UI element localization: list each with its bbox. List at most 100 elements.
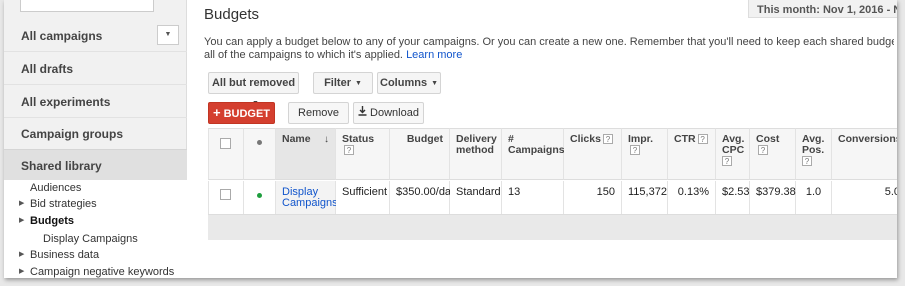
- download-icon: [358, 103, 367, 123]
- help-icon[interactable]: ?: [344, 145, 354, 155]
- download-label: Download: [370, 107, 419, 119]
- help-icon[interactable]: ?: [630, 145, 640, 155]
- filter-label: Filter: [324, 77, 351, 89]
- column-header-impr[interactable]: Impr.?: [622, 128, 668, 180]
- row-checkbox[interactable]: [220, 189, 231, 200]
- status-dot-icon: [257, 140, 262, 145]
- column-header-label: Conversions: [838, 133, 897, 145]
- chevron-down-icon[interactable]: ▼: [157, 25, 179, 45]
- row-impr-cell: 115,372: [622, 181, 668, 214]
- submenu-item-label: Budgets: [30, 215, 74, 227]
- submenu-item-label: Business data: [30, 249, 100, 261]
- app-window: All campaigns ▼ All drafts All experimen…: [4, 0, 897, 278]
- submenu-item-audiences[interactable]: Audiences: [30, 180, 81, 196]
- help-icon[interactable]: ?: [697, 134, 708, 144]
- sidebar-item-all-experiments[interactable]: All experiments: [4, 86, 187, 118]
- status-dot-header: [244, 128, 276, 180]
- column-header-label: Name: [282, 133, 311, 145]
- date-range-selector[interactable]: This month: Nov 1, 2016 - Nov 2: [748, 0, 897, 18]
- row-status-cell: [244, 181, 276, 214]
- budgets-table: Name ↓ Status? Budget Delivery method # …: [208, 128, 897, 240]
- add-budget-label: BUDGET: [223, 108, 271, 120]
- triangle-right-icon[interactable]: ▶: [19, 264, 24, 278]
- triangle-right-icon[interactable]: ▶: [19, 213, 24, 229]
- submenu-item-display-campaigns[interactable]: Display Campaigns: [43, 231, 138, 247]
- caret-down-icon: ▼: [431, 80, 438, 87]
- column-header-status[interactable]: Status?: [336, 128, 390, 180]
- description-line-1: You can apply a budget below to any of y…: [204, 36, 894, 48]
- help-icon[interactable]: ?: [602, 134, 613, 144]
- row-name-cell: Display Campaigns: [276, 181, 338, 214]
- triangle-right-icon[interactable]: ▶: [19, 247, 24, 263]
- columns-button[interactable]: Columns ▼: [377, 72, 441, 94]
- download-button[interactable]: Download: [353, 102, 424, 124]
- select-all-header: [208, 128, 244, 180]
- column-header-clicks[interactable]: Clicks?: [564, 128, 622, 180]
- add-budget-button[interactable]: + BUDGET: [208, 102, 275, 124]
- column-header-label: Cost: [756, 133, 780, 145]
- budget-name-link[interactable]: Display Campaigns: [282, 186, 338, 209]
- column-header-ctr[interactable]: CTR?: [668, 128, 716, 180]
- sidebar-search-input[interactable]: [20, 0, 154, 12]
- column-header-campaigns[interactable]: # Campaigns: [502, 128, 565, 180]
- filter-button[interactable]: Filter ▼: [313, 72, 373, 94]
- column-header-avg-pos[interactable]: Avg. Pos. ?: [796, 128, 832, 180]
- row-delivery-cell: Standard: [450, 181, 502, 214]
- column-header-conversions[interactable]: Conversions: [832, 128, 897, 180]
- help-icon[interactable]: ?: [802, 156, 812, 166]
- column-header-name[interactable]: Name ↓: [276, 128, 336, 180]
- row-campaigns-cell: 13: [502, 181, 564, 214]
- main-content: Budgets This month: Nov 1, 2016 - Nov 2 …: [187, 0, 897, 278]
- sidebar-item-all-drafts[interactable]: All drafts: [4, 53, 187, 85]
- table-total-row: [208, 215, 897, 240]
- column-header-label: CPC: [722, 144, 745, 156]
- column-header-budget[interactable]: Budget: [390, 128, 450, 180]
- submenu-item-business-data[interactable]: Business data: [30, 247, 99, 263]
- page-title: Budgets: [204, 6, 260, 23]
- sidebar-item-campaign-groups[interactable]: Campaign groups: [4, 118, 187, 150]
- caret-down-icon: ▼: [354, 80, 362, 87]
- column-header-label: method: [456, 144, 494, 156]
- column-header-cost[interactable]: Cost?: [750, 128, 796, 180]
- submenu-item-label: Bid strategies: [30, 198, 97, 210]
- status-filter-dropdown[interactable]: All but removed▼: [208, 72, 299, 107]
- sidebar-item-label: All drafts: [21, 62, 74, 76]
- triangle-right-icon[interactable]: ▶: [19, 196, 24, 212]
- help-icon[interactable]: ?: [722, 156, 732, 166]
- status-filter-label: All but removed: [211, 77, 296, 89]
- sidebar-item-label: All experiments: [21, 95, 111, 109]
- column-header-label: Clicks: [570, 133, 601, 145]
- remove-button[interactable]: Remove: [288, 102, 349, 124]
- column-header-avg-cpc[interactable]: Avg. CPC ?: [716, 128, 750, 180]
- columns-label: Columns: [380, 77, 428, 89]
- column-header-label: CTR: [674, 133, 696, 145]
- row-budget-cell: $350.00/day: [390, 181, 457, 214]
- sidebar: All campaigns ▼ All drafts All experimen…: [4, 0, 187, 278]
- status-dot-icon: [257, 193, 262, 198]
- column-header-label: Budget: [406, 133, 443, 145]
- help-icon[interactable]: ?: [758, 145, 768, 155]
- submenu-item-label: Audiences: [30, 182, 82, 194]
- submenu-item-bid-strategies[interactable]: Bid strategies: [30, 196, 97, 212]
- submenu-item-campaign-negative-keywords[interactable]: Campaign negative keywords: [30, 264, 174, 278]
- submenu-item-label: Display Campaigns: [43, 233, 138, 245]
- sidebar-item-label: Shared library: [21, 159, 102, 173]
- sidebar-item-label: Campaign groups: [21, 127, 124, 141]
- row-avg-cpc-cell: $2.53: [716, 181, 750, 214]
- sidebar-item-shared-library[interactable]: Shared library: [4, 149, 187, 181]
- row-ctr-cell: 0.13%: [668, 181, 716, 214]
- arrow-down-icon: ↓: [324, 134, 329, 145]
- column-header-label: Status: [342, 133, 375, 145]
- page-description: You can apply a budget below to any of y…: [204, 36, 894, 62]
- column-header-delivery-method[interactable]: Delivery method: [450, 128, 502, 180]
- remove-label: Remove: [298, 107, 339, 119]
- row-cost-cell: $379.38: [750, 181, 796, 214]
- select-all-checkbox[interactable]: [220, 138, 231, 149]
- column-header-label: Pos.: [802, 144, 825, 156]
- learn-more-link[interactable]: Learn more: [406, 49, 462, 61]
- submenu-item-label: Campaign negative keywords: [30, 266, 175, 278]
- shared-library-submenu: Audiences ▶ Bid strategies ▶ Budgets Dis…: [4, 180, 187, 278]
- column-header-label: Impr.: [628, 133, 654, 145]
- row-conversions-cell: 5.0: [832, 181, 897, 214]
- submenu-item-budgets[interactable]: Budgets: [30, 213, 74, 229]
